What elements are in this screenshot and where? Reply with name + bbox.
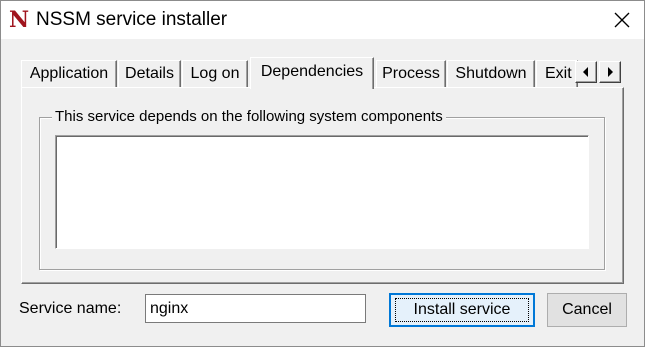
tab-exit[interactable]: Exit [536,60,578,87]
install-service-button[interactable]: Install service [389,293,535,327]
arrow-left-icon [583,67,588,77]
tab-dependencies[interactable]: Dependencies [250,57,374,89]
arrow-right-icon [608,67,613,77]
dependencies-group-label: This service depends on the following sy… [52,107,446,127]
service-name-input[interactable] [145,294,366,323]
window-title: NSSM service installer [36,9,228,30]
tab-process[interactable]: Process [376,60,446,87]
tab-application[interactable]: Application [21,60,117,87]
dependencies-group: This service depends on the following sy… [39,107,605,270]
tab-scroll-left-button[interactable] [575,61,597,83]
tab-scroll-arrows [575,61,623,83]
dependencies-list[interactable] [55,135,589,249]
tab-scroll-right-button[interactable] [599,61,621,83]
tab-shutdown[interactable]: Shutdown [447,60,535,87]
tab-details[interactable]: Details [118,60,181,87]
nssm-installer-window: N NSSM service installer Application Det… [0,0,645,347]
cancel-button[interactable]: Cancel [547,293,627,327]
service-name-label: Service name: [19,300,122,317]
tab-log-on[interactable]: Log on [182,60,248,87]
install-service-label: Install service [394,298,530,322]
close-icon [614,12,630,28]
title-bar[interactable]: N NSSM service installer [1,1,644,39]
nssm-logo-icon: N [9,7,30,33]
close-button[interactable] [600,1,644,39]
